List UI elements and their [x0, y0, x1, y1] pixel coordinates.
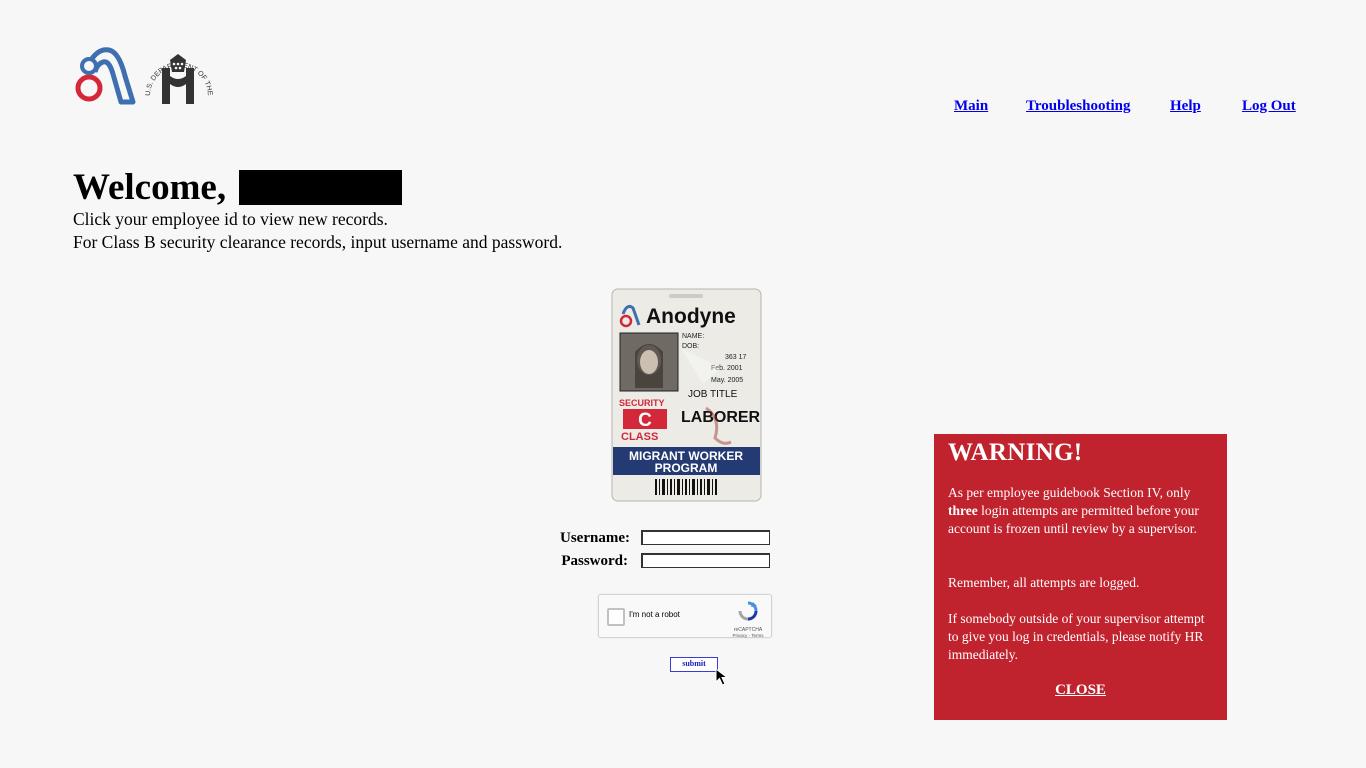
nav-help-link[interactable]: Help	[1170, 98, 1201, 115]
badge-program-line-2: PROGRAM	[655, 461, 718, 475]
recaptcha-checkbox[interactable]	[607, 608, 625, 626]
recaptcha-brand: reCAPTCHA Privacy - Terms	[731, 601, 765, 638]
intro-text: Click your employee id to view new recor…	[73, 208, 562, 254]
nav-logout-link[interactable]: Log Out	[1242, 98, 1296, 115]
badge-id-number: 363 17	[725, 354, 747, 361]
username-label: Username:	[560, 530, 630, 546]
warning-paragraph-3: If somebody outside of your supervisor a…	[948, 611, 1205, 662]
warning-title: WARNING!	[948, 439, 1083, 466]
warning-close-button[interactable]: CLOSE	[934, 682, 1227, 699]
warning-paragraph-2: Remember, all attempts are logged.	[948, 575, 1140, 590]
warning-panel: WARNING! As per employee guidebook Secti…	[934, 434, 1227, 720]
welcome-heading: Welcome,	[73, 167, 227, 208]
password-label: Password:	[561, 553, 628, 569]
intro-line-2: For Class B security clearance records, …	[73, 232, 563, 252]
recaptcha-icon	[738, 601, 758, 621]
nav-main-link[interactable]: Main	[954, 98, 988, 115]
password-input[interactable]	[641, 553, 770, 568]
username-input[interactable]	[641, 530, 770, 545]
warning-paragraph-1: As per employee guidebook Section IV, on…	[948, 485, 1199, 536]
badge-class-label: CLASS	[621, 431, 658, 443]
anodyne-logo	[75, 47, 136, 105]
badge-name-label: NAME:	[682, 333, 704, 340]
badge-job-title: LABORER	[681, 409, 761, 426]
badge-security-label: SECURITY	[619, 398, 665, 408]
employee-id-badge[interactable]: Anodyne NAME: DOB: 363 17 Feb. 2001 May.…	[611, 288, 762, 502]
recaptcha-widget: I'm not a robot reCAPTCHA Privacy - Term…	[598, 594, 772, 638]
submit-button[interactable]: submit	[670, 657, 718, 672]
recaptcha-label: I'm not a robot	[629, 610, 680, 619]
redacted-username	[239, 170, 402, 205]
badge-security-class: C	[638, 410, 652, 431]
mouse-pointer-icon	[715, 668, 729, 686]
badge-company-name: Anodyne	[646, 305, 736, 328]
badge-dob-label: DOB:	[682, 343, 699, 350]
nav-troubleshooting-link[interactable]: Troubleshooting	[1026, 98, 1130, 115]
badge-expires: May. 2005	[711, 377, 743, 384]
doi-seal-logo: U.S. DEPARTMENT OF THE INTERIOR	[140, 40, 213, 104]
badge-job-title-label: JOB TITLE	[688, 389, 738, 400]
recaptcha-terms-link[interactable]: Privacy - Terms	[731, 633, 765, 638]
intro-line-1: Click your employee id to view new recor…	[73, 209, 388, 229]
